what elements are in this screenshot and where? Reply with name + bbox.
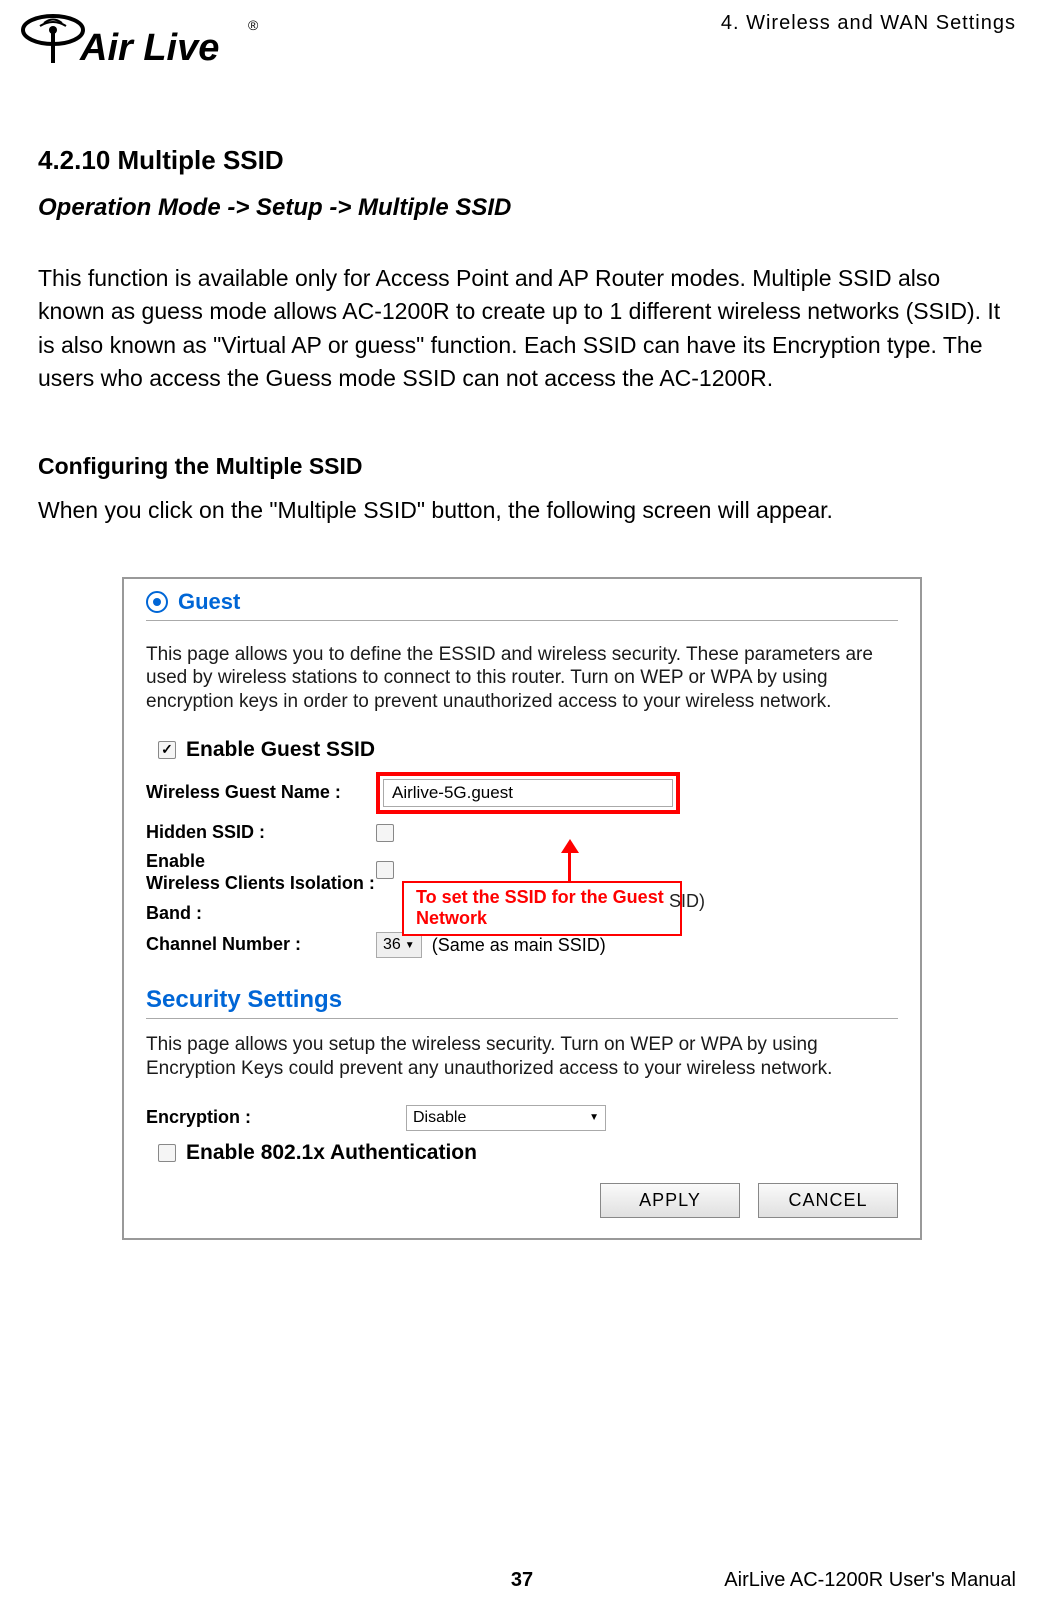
intro-paragraph: This function is available only for Acce… — [38, 262, 1006, 395]
enable-8021x-label: Enable 802.1x Authentication — [186, 1141, 477, 1165]
isolation-label-line2: Wireless Clients Isolation : — [146, 873, 375, 893]
target-icon — [146, 591, 168, 613]
isolation-label-line1: Enable — [146, 851, 205, 871]
channel-select[interactable]: 36 ▼ — [376, 932, 422, 958]
config-screenshot: Guest This page allows you to define the… — [122, 577, 922, 1240]
annotation-arrow — [568, 849, 571, 885]
channel-value: 36 — [383, 936, 401, 954]
encryption-select[interactable]: Disable ▼ — [406, 1105, 606, 1131]
chevron-down-icon: ▼ — [405, 940, 415, 951]
encryption-label: Encryption : — [146, 1107, 406, 1129]
enable-guest-ssid-checkbox[interactable] — [158, 741, 176, 759]
cancel-button[interactable]: CANCEL — [758, 1183, 898, 1218]
band-label: Band : — [146, 903, 376, 925]
chevron-down-icon: ▼ — [589, 1112, 599, 1123]
encryption-value: Disable — [413, 1109, 466, 1127]
apply-button[interactable]: APPLY — [600, 1183, 740, 1218]
svg-text:®: ® — [248, 17, 259, 33]
svg-text:Air Live: Air Live — [79, 27, 219, 69]
page-number: 37 — [511, 1569, 533, 1592]
security-settings-title: Security Settings — [146, 986, 898, 1014]
breadcrumb: Operation Mode -> Setup -> Multiple SSID — [38, 194, 1006, 222]
brand-logo: Air Live ® — [20, 8, 260, 83]
sub-heading: Configuring the Multiple SSID — [38, 453, 1006, 480]
enable-8021x-checkbox[interactable] — [158, 1144, 176, 1162]
channel-label: Channel Number : — [146, 934, 376, 956]
divider — [146, 1018, 898, 1019]
divider — [146, 620, 898, 621]
sub-text: When you click on the "Multiple SSID" bu… — [38, 494, 1006, 526]
ssid-highlight — [376, 772, 680, 814]
band-note-partial: SID) — [669, 891, 705, 912]
wireless-guest-name-input[interactable] — [383, 779, 673, 807]
hidden-ssid-label: Hidden SSID : — [146, 822, 376, 844]
annotation-text: To set the SSID for the Guest Network — [416, 887, 668, 930]
wireless-guest-name-label: Wireless Guest Name : — [146, 782, 376, 804]
hidden-ssid-checkbox[interactable] — [376, 824, 394, 842]
enable-guest-ssid-label: Enable Guest SSID — [186, 738, 375, 762]
manual-name: AirLive AC-1200R User's Manual — [724, 1569, 1016, 1592]
panel-description: This page allows you to define the ESSID… — [146, 643, 898, 714]
isolation-checkbox[interactable] — [376, 861, 394, 879]
section-title: 4.2.10 Multiple SSID — [38, 145, 1006, 176]
security-description: This page allows you setup the wireless … — [146, 1033, 898, 1081]
isolation-label: Enable Wireless Clients Isolation : — [146, 851, 376, 894]
annotation-box: To set the SSID for the Guest Network — [402, 881, 682, 936]
chapter-label: 4. Wireless and WAN Settings — [721, 12, 1016, 35]
panel-title: Guest — [178, 589, 240, 615]
channel-note: (Same as main SSID) — [432, 935, 606, 956]
